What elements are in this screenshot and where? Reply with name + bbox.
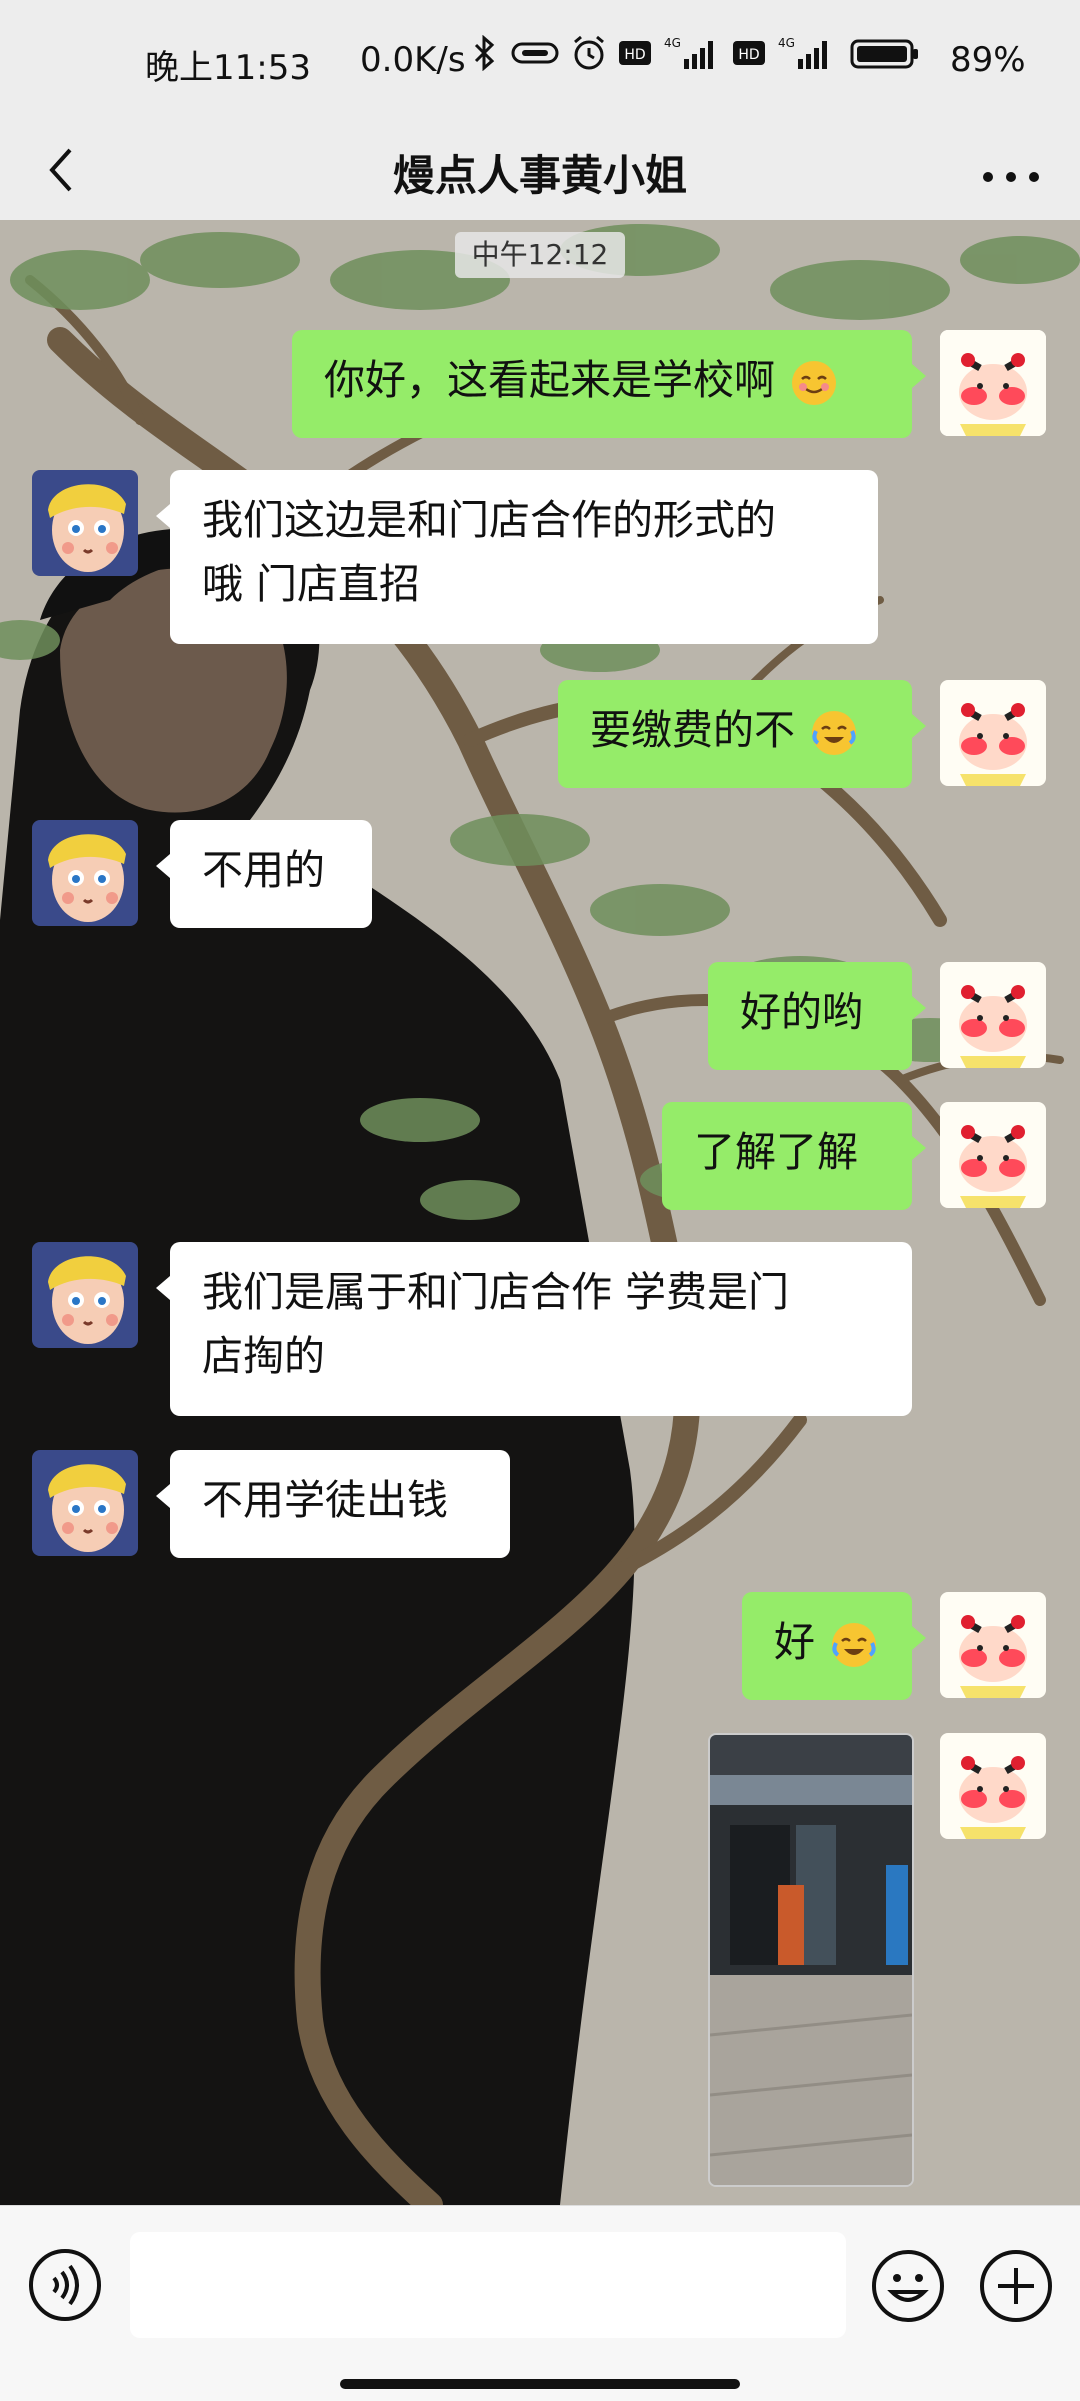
message-bubble-me[interactable]: 好的哟 <box>708 962 926 1070</box>
smile-emoji-icon <box>792 361 837 405</box>
link-icon <box>510 38 560 68</box>
my-avatar[interactable] <box>940 1592 1046 1698</box>
message-bubble-contact[interactable]: 我们是属于和门店合作 学费是门 店掏的 <box>156 1242 912 1416</box>
message-text: 要缴费的不 <box>590 706 795 754</box>
network-speed: 0.0K/s <box>360 40 466 80</box>
image-message[interactable] <box>708 1733 914 2187</box>
my-avatar[interactable] <box>940 680 1046 786</box>
chat-header: 熳点人事黄小姐 <box>0 120 1080 220</box>
voice-icon <box>29 2249 101 2321</box>
message-bubble-me[interactable]: 你好，这看起来是学校啊 <box>292 330 926 438</box>
message-bubble-contact[interactable]: 不用的 <box>156 820 372 928</box>
contact-avatar[interactable] <box>32 1450 138 1556</box>
hd-icon: HD <box>618 38 652 68</box>
contact-avatar[interactable] <box>32 820 138 926</box>
status-icons: HD 4G HD 4G <box>470 34 920 72</box>
my-avatar[interactable] <box>940 1733 1046 1839</box>
message-input[interactable] <box>130 2232 846 2338</box>
hd-icon-2: HD <box>732 38 766 68</box>
more-dots-icon <box>983 172 1039 182</box>
plus-button[interactable] <box>978 2248 1054 2324</box>
status-time: 晚上11:53 <box>145 48 311 88</box>
laugh-cry-emoji-icon <box>832 1623 877 1667</box>
my-avatar[interactable] <box>940 330 1046 436</box>
message-bubble-contact[interactable]: 不用学徒出钱 <box>156 1450 510 1558</box>
chat-timestamp: 中午12:12 <box>455 232 625 278</box>
emoji-icon <box>872 2250 944 2322</box>
input-bar <box>0 2205 1080 2401</box>
battery-percent: 89% <box>950 40 1026 80</box>
signal-4g-icon-2: 4G <box>776 35 840 71</box>
signal-4g-icon: 4G <box>662 35 722 71</box>
chat-area[interactable]: 中午12:12 你好，这看起来是学校啊 我们这边是和门店合作的形式的 哦 门店直… <box>0 220 1080 2205</box>
contact-avatar[interactable] <box>32 470 138 576</box>
message-text: 好 <box>774 1618 815 1666</box>
battery-icon <box>850 35 920 71</box>
my-avatar[interactable] <box>940 962 1046 1068</box>
contact-avatar[interactable] <box>32 1242 138 1348</box>
message-bubble-me[interactable]: 好 <box>742 1592 926 1700</box>
chat-title: 熳点人事黄小姐 <box>392 151 687 200</box>
alarm-icon <box>570 34 608 72</box>
storefront-photo <box>710 1735 912 2185</box>
home-indicator <box>340 2379 740 2389</box>
bluetooth-icon <box>470 35 500 71</box>
plus-icon <box>980 2250 1052 2322</box>
svg-text:HD: HD <box>738 47 759 63</box>
svg-text:4G: 4G <box>778 36 795 50</box>
message-text: 你好，这看起来是学校啊 <box>324 356 775 404</box>
svg-text:HD: HD <box>624 47 645 63</box>
more-button[interactable] <box>976 142 1046 202</box>
svg-text:4G: 4G <box>664 36 681 50</box>
message-bubble-contact[interactable]: 我们这边是和门店合作的形式的 哦 门店直招 <box>156 470 878 644</box>
message-bubble-me[interactable]: 要缴费的不 <box>558 680 926 788</box>
voice-button[interactable] <box>28 2248 102 2322</box>
my-avatar[interactable] <box>940 1102 1046 1208</box>
status-bar: 晚上11:53 0.0K/s HD 4G HD 4G 89% <box>0 0 1080 120</box>
laugh-cry-emoji-icon <box>812 711 857 755</box>
emoji-button[interactable] <box>870 2248 946 2324</box>
message-bubble-me[interactable]: 了解了解 <box>662 1102 926 1210</box>
